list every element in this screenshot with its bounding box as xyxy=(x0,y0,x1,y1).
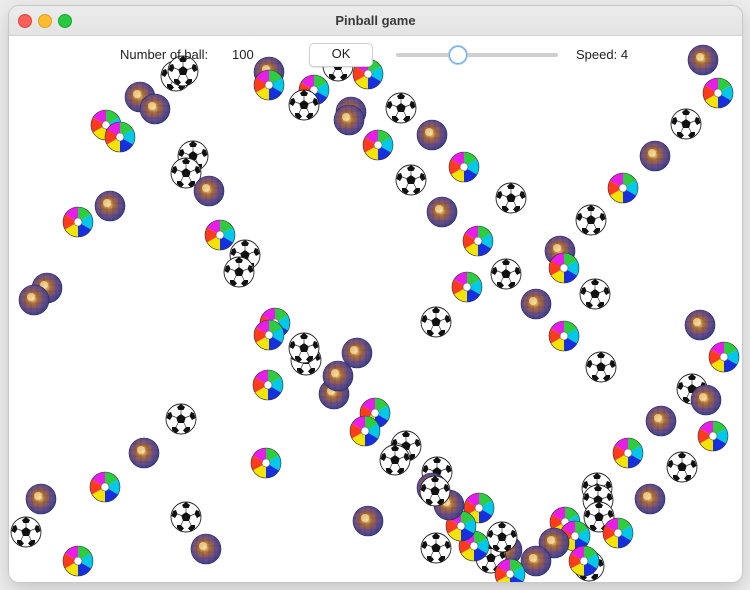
control-bar: Number of ball: OK Speed: 4 xyxy=(9,36,742,72)
ball-count-input[interactable] xyxy=(228,45,300,63)
disco-ball xyxy=(635,484,665,514)
soccer-ball xyxy=(379,444,411,476)
disco-ball xyxy=(521,546,551,576)
beach-ball xyxy=(250,447,282,479)
disco-ball xyxy=(427,197,457,227)
beach-ball xyxy=(448,151,480,183)
game-canvas: Number of ball: OK Speed: 4 xyxy=(9,36,742,582)
speed-label: Speed: 4 xyxy=(576,47,629,62)
disco-ball xyxy=(353,506,383,536)
speed-slider[interactable] xyxy=(396,53,558,57)
disco-ball xyxy=(191,534,221,564)
beach-ball xyxy=(702,77,734,109)
disco-ball xyxy=(685,310,715,340)
disco-ball xyxy=(19,285,49,315)
beach-ball xyxy=(62,545,94,577)
disco-ball xyxy=(691,385,721,415)
disco-ball xyxy=(640,141,670,171)
soccer-ball xyxy=(575,204,607,236)
beach-ball xyxy=(708,341,740,373)
soccer-ball xyxy=(585,351,617,383)
beach-ball xyxy=(89,471,121,503)
ok-button[interactable]: OK xyxy=(309,43,373,67)
window-title: Pinball game xyxy=(335,13,416,28)
soccer-ball xyxy=(579,278,611,310)
beach-ball xyxy=(548,320,580,352)
soccer-ball xyxy=(170,501,202,533)
beach-ball xyxy=(252,369,284,401)
beach-ball xyxy=(462,225,494,257)
disco-ball xyxy=(646,406,676,436)
soccer-ball xyxy=(495,182,527,214)
soccer-ball xyxy=(420,532,452,564)
speed-slider-thumb[interactable] xyxy=(449,46,467,64)
soccer-ball xyxy=(288,332,320,364)
soccer-ball xyxy=(670,108,702,140)
soccer-ball xyxy=(165,403,197,435)
disco-ball xyxy=(521,289,551,319)
disco-ball xyxy=(95,191,125,221)
app-window: Pinball game Number of ball: 100 OK Spee… xyxy=(9,6,742,582)
beach-ball xyxy=(697,420,729,452)
disco-ball xyxy=(140,94,170,124)
disco-ball xyxy=(417,120,447,150)
soccer-ball xyxy=(420,306,452,338)
title-bar: Pinball game xyxy=(9,6,742,36)
ball-count-label: Number of ball: xyxy=(120,47,209,62)
soccer-ball xyxy=(385,92,417,124)
disco-ball xyxy=(26,484,56,514)
beach-ball xyxy=(612,437,644,469)
soccer-ball xyxy=(288,89,320,121)
soccer-ball xyxy=(419,475,451,507)
beach-ball xyxy=(204,219,236,251)
disco-ball xyxy=(342,338,372,368)
soccer-ball xyxy=(490,258,522,290)
beach-ball xyxy=(362,129,394,161)
disco-ball xyxy=(194,176,224,206)
ball-layer xyxy=(10,45,740,582)
soccer-ball xyxy=(223,256,255,288)
beach-ball xyxy=(607,172,639,204)
soccer-ball xyxy=(10,516,42,548)
soccer-ball xyxy=(486,521,518,553)
soccer-ball xyxy=(395,164,427,196)
disco-ball xyxy=(129,438,159,468)
soccer-ball xyxy=(666,451,698,483)
ball-field xyxy=(10,36,742,582)
disco-ball xyxy=(334,105,364,135)
beach-ball xyxy=(451,271,483,303)
beach-ball xyxy=(62,206,94,238)
